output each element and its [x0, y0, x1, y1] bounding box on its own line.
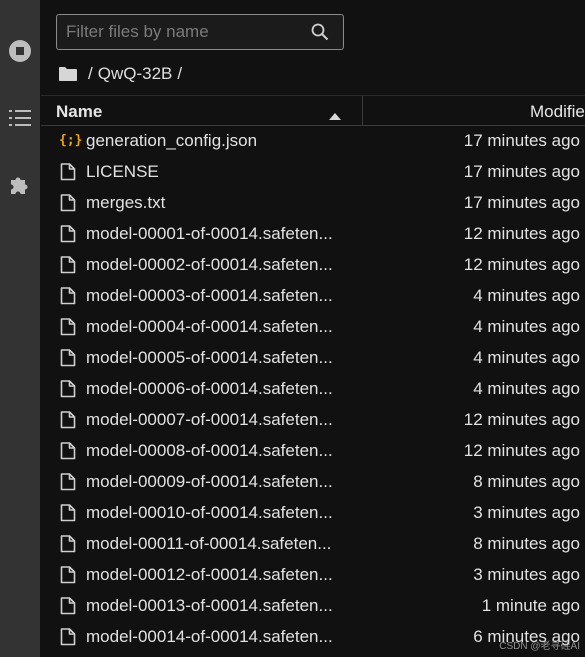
file-row[interactable]: LICENSE 17 minutes ago — [41, 157, 585, 188]
file-icon — [60, 442, 76, 460]
file-modified: 17 minutes ago — [463, 162, 580, 181]
modified-column-label: Modified — [530, 102, 585, 121]
file-modified: 3 minutes ago — [473, 565, 580, 584]
file-modified: 12 minutes ago — [463, 410, 580, 429]
filter-files-input[interactable] — [57, 15, 314, 49]
file-name: model-00013-of-00014.safeten... — [86, 596, 333, 615]
file-icon — [60, 535, 76, 553]
file-name: model-00012-of-00014.safeten... — [86, 565, 333, 584]
file-icon — [60, 163, 76, 181]
search-icon[interactable] — [311, 23, 329, 41]
file-row[interactable]: model-00003-of-00014.safeten... 4 minutes… — [41, 281, 585, 312]
file-modified: 12 minutes ago — [463, 441, 580, 460]
breadcrumb-separator: / — [88, 64, 93, 83]
left-sidebar — [0, 0, 40, 657]
file-modified: 17 minutes ago — [463, 131, 580, 150]
file-name: model-00001-of-00014.safeten... — [86, 224, 333, 243]
file-row[interactable]: model-00005-of-00014.safeten... 4 minutes… — [41, 343, 585, 374]
file-row[interactable]: model-00010-of-00014.safeten... 3 minutes… — [41, 498, 585, 529]
file-modified: 4 minutes ago — [473, 379, 580, 398]
breadcrumb-folder[interactable]: QwQ-32B — [98, 64, 173, 84]
file-icon — [60, 628, 76, 646]
modified-column-header[interactable]: Modified — [363, 96, 585, 125]
file-modified: 17 minutes ago — [463, 193, 580, 212]
file-icon — [60, 287, 76, 305]
file-icon — [60, 473, 76, 491]
table-of-contents-icon[interactable] — [8, 106, 32, 130]
file-icon — [60, 349, 76, 367]
file-modified: 12 minutes ago — [463, 255, 580, 274]
file-name: generation_config.json — [86, 131, 258, 150]
file-name: model-00004-of-00014.safeten... — [86, 317, 333, 336]
file-modified: 4 minutes ago — [473, 317, 580, 336]
file-browser-panel: / QwQ-32B / Name Modified {;}generation_… — [41, 0, 585, 657]
file-modified: 4 minutes ago — [473, 286, 580, 305]
file-name: model-00002-of-00014.safeten... — [86, 255, 333, 274]
sort-ascending-icon — [329, 107, 341, 125]
name-column-header[interactable]: Name — [41, 96, 363, 125]
file-modified: 3 minutes ago — [473, 503, 580, 522]
file-row[interactable]: model-00013-of-00014.safeten... 1 minute … — [41, 591, 585, 622]
file-modified: 8 minutes ago — [473, 472, 580, 491]
file-name: model-00005-of-00014.safeten... — [86, 348, 333, 367]
file-icon — [60, 225, 76, 243]
file-icon — [60, 380, 76, 398]
file-icon — [60, 597, 76, 615]
file-row[interactable]: model-00002-of-00014.safeten... 12 minute… — [41, 250, 585, 281]
file-row[interactable]: model-00011-of-00014.safeten... 8 minutes… — [41, 529, 585, 560]
file-icon — [60, 504, 76, 522]
breadcrumb-separator: / — [177, 64, 183, 83]
file-name: model-00010-of-00014.safeten... — [86, 503, 333, 522]
file-row[interactable]: model-00009-of-00014.safeten... 8 minutes… — [41, 467, 585, 498]
file-row[interactable]: merges.txt 17 minutes ago — [41, 188, 585, 219]
file-modified: 1 minute ago — [481, 596, 580, 615]
name-column-label: Name — [56, 102, 103, 121]
file-name: model-00007-of-00014.safeten... — [86, 410, 333, 429]
json-file-icon: {;} — [59, 133, 83, 148]
file-name: merges.txt — [86, 193, 166, 212]
file-icon — [60, 411, 76, 429]
file-row[interactable]: model-00008-of-00014.safeten... 12 minute… — [41, 436, 585, 467]
file-name: model-00011-of-00014.safeten... — [86, 534, 332, 553]
breadcrumb: / QwQ-32B / — [59, 62, 187, 86]
file-name: LICENSE — [86, 162, 159, 181]
home-folder-icon[interactable] — [59, 66, 77, 82]
file-icon — [60, 194, 76, 212]
jupyter-file-browser-window: / QwQ-32B / Name Modified {;}generation_… — [0, 0, 585, 657]
file-modified: 4 minutes ago — [473, 348, 580, 367]
file-modified: 12 minutes ago — [463, 224, 580, 243]
watermark: CSDN @老寻硅AI — [499, 641, 580, 652]
file-icon — [60, 256, 76, 274]
file-icon — [60, 318, 76, 336]
file-row[interactable]: model-00012-of-00014.safeten... 3 minutes… — [41, 560, 585, 591]
file-name: model-00008-of-00014.safeten... — [86, 441, 333, 460]
file-list-header: Name Modified — [41, 95, 585, 126]
file-row[interactable]: model-00006-of-00014.safeten... 4 minutes… — [41, 374, 585, 405]
file-row[interactable]: {;} generation_config.json 17 minutes ago — [41, 126, 585, 157]
file-row[interactable]: model-00001-of-00014.safeten... 12 minute… — [41, 219, 585, 250]
file-list: {;} generation_config.json 17 minutes ago L… — [41, 126, 585, 653]
file-row[interactable]: model-00007-of-00014.safeten... 12 minute… — [41, 405, 585, 436]
filter-box — [56, 14, 344, 50]
file-icon — [60, 566, 76, 584]
file-name: model-00014-of-00014.safeten... — [86, 627, 333, 646]
file-name: model-00003-of-00014.safeten... — [86, 286, 333, 305]
running-sessions-icon[interactable] — [8, 39, 32, 63]
file-modified: 8 minutes ago — [473, 534, 580, 553]
file-row[interactable]: model-00004-of-00014.safeten... 4 minutes… — [41, 312, 585, 343]
extensions-icon[interactable] — [8, 172, 32, 196]
file-name: model-00009-of-00014.safeten... — [86, 472, 333, 491]
file-name: model-00006-of-00014.safeten... — [86, 379, 333, 398]
